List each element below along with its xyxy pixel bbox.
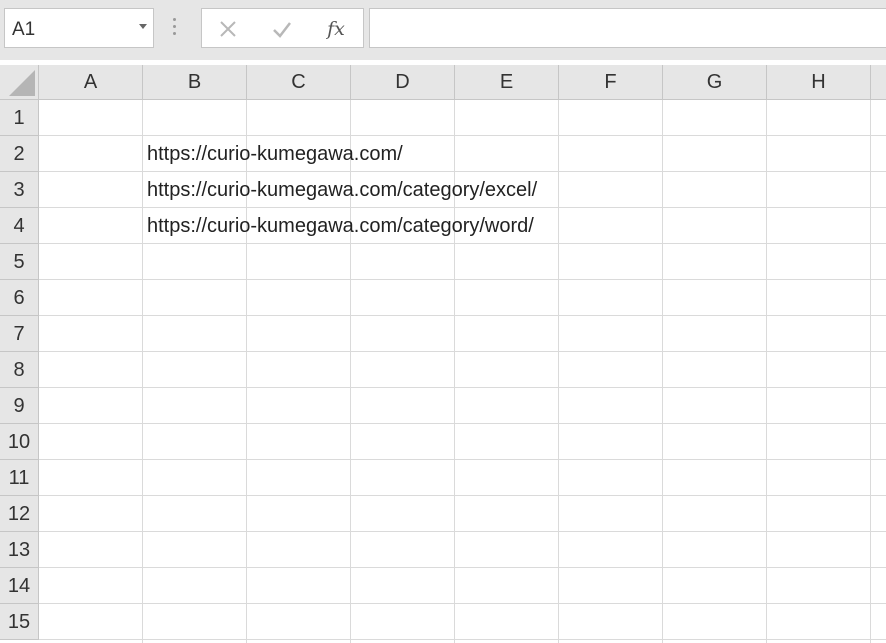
- cell-b3[interactable]: https://curio-kumegawa.com/category/exce…: [147, 172, 537, 208]
- row-header-15[interactable]: 15: [0, 604, 39, 640]
- column-header-f[interactable]: F: [559, 65, 663, 100]
- row-header-10[interactable]: 10: [0, 424, 39, 460]
- name-box-value: A1: [12, 19, 36, 40]
- row-header-7[interactable]: 7: [0, 316, 39, 352]
- name-box[interactable]: A1: [4, 8, 154, 48]
- row-header-13[interactable]: 13: [0, 532, 39, 568]
- formula-input[interactable]: [369, 8, 886, 48]
- formula-bar-grip-icon[interactable]: [172, 18, 176, 38]
- formula-buttons: fx: [201, 8, 364, 48]
- column-header-h[interactable]: H: [767, 65, 871, 100]
- select-all-triangle-icon: [9, 70, 35, 96]
- column-header-b[interactable]: B: [143, 65, 247, 100]
- chevron-down-icon[interactable]: [139, 24, 147, 29]
- cell-area[interactable]: https://curio-kumegawa.com/ https://curi…: [39, 100, 886, 643]
- column-header-partial[interactable]: [871, 65, 886, 100]
- row-header-8[interactable]: 8: [0, 352, 39, 388]
- column-header-c[interactable]: C: [247, 65, 351, 100]
- row-header-12[interactable]: 12: [0, 496, 39, 532]
- row-header-5[interactable]: 5: [0, 244, 39, 280]
- row-header-9[interactable]: 9: [0, 388, 39, 424]
- check-icon[interactable]: [270, 17, 294, 41]
- insert-function-button[interactable]: fx: [324, 17, 348, 41]
- spreadsheet-grid: A B C D E F G H 1 2 3 4 5 6 7 8 9 10 11 …: [0, 65, 886, 643]
- cell-b4[interactable]: https://curio-kumegawa.com/category/word…: [147, 208, 534, 244]
- select-all-button[interactable]: [0, 65, 39, 100]
- row-header-1[interactable]: 1: [0, 100, 39, 136]
- close-icon[interactable]: [216, 17, 240, 41]
- row-header-4[interactable]: 4: [0, 208, 39, 244]
- row-header-11[interactable]: 11: [0, 460, 39, 496]
- column-header-g[interactable]: G: [663, 65, 767, 100]
- column-header-a[interactable]: A: [39, 65, 143, 100]
- row-header-14[interactable]: 14: [0, 568, 39, 604]
- column-header-e[interactable]: E: [455, 65, 559, 100]
- formula-bar: A1 fx: [0, 0, 886, 60]
- row-header-2[interactable]: 2: [0, 136, 39, 172]
- row-header-3[interactable]: 3: [0, 172, 39, 208]
- row-header-6[interactable]: 6: [0, 280, 39, 316]
- column-header-d[interactable]: D: [351, 65, 455, 100]
- cell-b2[interactable]: https://curio-kumegawa.com/: [147, 136, 403, 172]
